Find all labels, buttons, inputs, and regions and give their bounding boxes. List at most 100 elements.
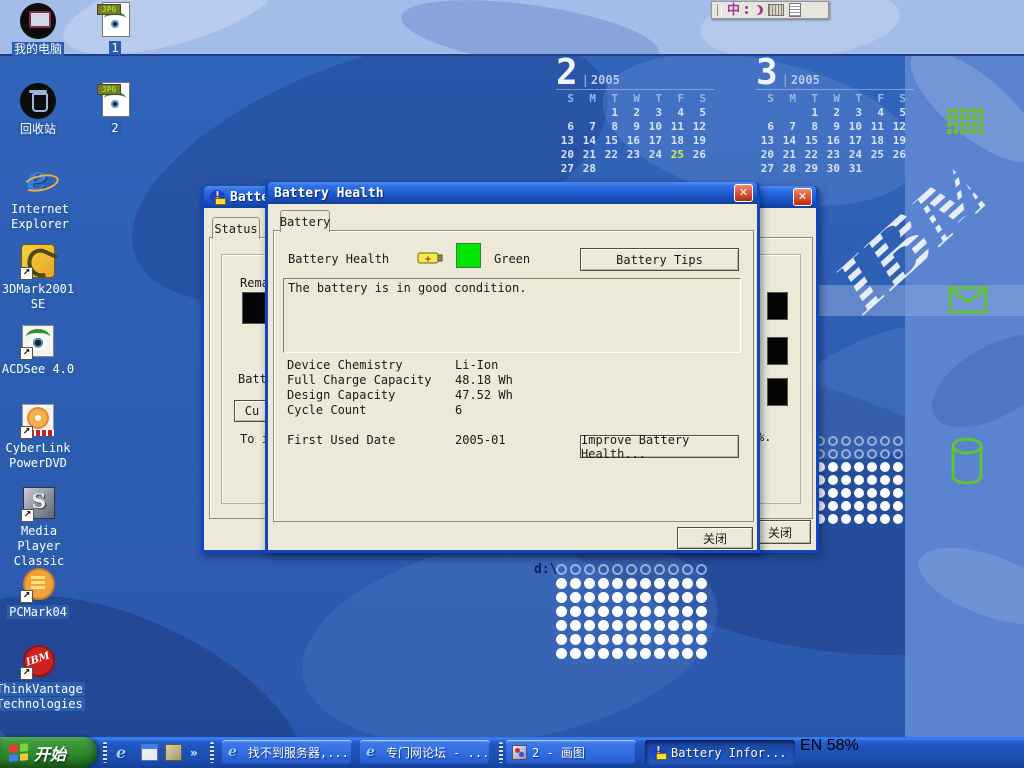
- health-value: Green: [494, 252, 530, 266]
- pcmark04-icon: ↗: [20, 566, 56, 602]
- ie-icon: e: [228, 745, 243, 760]
- battery-icon: +: [417, 249, 444, 266]
- language-indicator[interactable]: EN: [800, 737, 822, 754]
- desktop-icon-acdsee-40[interactable]: ↗ACDSee 4.0: [0, 323, 82, 377]
- calendar-day: 1: [800, 106, 822, 120]
- desktop-icon-label: 我的电脑: [0, 42, 82, 57]
- windows-logo-icon: [9, 743, 28, 762]
- tab-battery[interactable]: Battery: [280, 210, 330, 232]
- calendar-day-header: S: [556, 92, 578, 106]
- desktop-icon-pcmark04[interactable]: ↗PCMark04: [0, 566, 82, 620]
- improve-battery-health-button[interactable]: Improve Battery Health...: [580, 435, 739, 458]
- ime-fullwidth-icon[interactable]: [753, 5, 763, 15]
- desktop-icon-label: Internet Explorer: [0, 202, 84, 232]
- media-player-classic-icon: S↗: [21, 485, 57, 521]
- close-icon[interactable]: ✕: [793, 188, 812, 206]
- desktop-icon-jpg-2[interactable]: JPG2: [71, 82, 159, 136]
- calendar-day: 20: [756, 148, 778, 162]
- drive-label: d:\: [534, 562, 557, 577]
- calendar-day: 21: [778, 148, 800, 162]
- desktop-icon-internet-explorer[interactable]: eInternet Explorer: [0, 163, 84, 232]
- info-row: Design Capacity47.52 Wh: [287, 388, 727, 403]
- taskbar-button-ie[interactable]: e找不到服务器,...: [222, 740, 352, 765]
- taskbar-button-battery[interactable]: Battery Infor...: [645, 740, 795, 765]
- battery-health-dialog[interactable]: Battery Health ✕ Battery Battery Health …: [265, 182, 760, 553]
- calendar-day: 9: [622, 120, 644, 134]
- system-tray: EN 58%: [800, 737, 1024, 768]
- internet-explorer-icon: e: [22, 163, 58, 199]
- condition-textbox[interactable]: The battery is in good condition.: [283, 278, 741, 353]
- quicklaunch-window-icon[interactable]: [141, 744, 158, 761]
- taskbar-button-ie[interactable]: e专门网论坛 - ...: [360, 740, 490, 765]
- calendar-day-header: W: [622, 92, 644, 106]
- calendar-day: 20: [556, 148, 578, 162]
- desktop-icon-label: 3DMark2001 SE: [0, 282, 82, 312]
- calendar-day: [578, 106, 600, 120]
- calendar-day: 18: [666, 134, 688, 148]
- calendar-day: 7: [578, 120, 600, 134]
- desktop-icon-label: 1: [71, 41, 159, 56]
- show-desktop-icon[interactable]: [165, 744, 182, 761]
- close-icon[interactable]: ✕: [734, 184, 753, 202]
- desktop-icon-media-player-classic[interactable]: S↗Media Player Classic: [0, 485, 83, 569]
- calendar-day: 14: [778, 134, 800, 148]
- quicklaunch-ie-icon[interactable]: e: [116, 744, 133, 761]
- battery-cell-gauge: [767, 292, 788, 320]
- calendar-day: 16: [622, 134, 644, 148]
- calendar-month: 2: [556, 59, 578, 87]
- calendar-day-header: T: [600, 92, 622, 106]
- ime-settings-icon[interactable]: [789, 3, 801, 17]
- battery-meter-text: 58%: [827, 737, 859, 754]
- desktop-icon-jpg-1[interactable]: JPG1: [71, 2, 159, 56]
- desktop-icon-my-computer[interactable]: 我的电脑: [0, 3, 82, 57]
- battery-meter[interactable]: 58%: [827, 737, 859, 754]
- calendar-day-header: M: [578, 92, 600, 106]
- calendar-day: 15: [800, 134, 822, 148]
- calendar-day: 31: [844, 162, 866, 176]
- battery-window-icon: [210, 190, 225, 205]
- calendar-day: 23: [622, 148, 644, 162]
- battery-health-titlebar[interactable]: Battery Health ✕: [268, 182, 757, 204]
- desktop-icon-thinkvantage-technologies[interactable]: IBM↗ThinkVantage Technologies: [0, 643, 82, 712]
- ime-grip[interactable]: [717, 4, 722, 16]
- desktop-icon-cyberlink-powerdvd[interactable]: ↗CyberLink PowerDVD: [0, 402, 82, 471]
- calendar-day: 5: [888, 106, 910, 120]
- calendar-day: [644, 162, 666, 176]
- calendar-day: 18: [866, 134, 888, 148]
- quicklaunch-grip[interactable]: [103, 742, 107, 763]
- calendar-day: 8: [800, 120, 822, 134]
- battery-tips-button[interactable]: Battery Tips: [580, 248, 739, 271]
- taskbar-button-label: 2 - 画图: [532, 744, 585, 761]
- ime-chinese-mode-icon[interactable]: 中: [727, 4, 740, 17]
- battery-cell-gauge: [767, 378, 788, 406]
- tab-status[interactable]: Status: [212, 217, 260, 239]
- desktop-icon-recycle-bin[interactable]: 回收站: [0, 83, 82, 137]
- cylinder-icon: [948, 436, 986, 486]
- quicklaunch-chevron[interactable]: »: [190, 746, 198, 760]
- calendar-day: 26: [688, 148, 710, 162]
- info-row-spacer: [287, 418, 727, 433]
- ime-language-bar[interactable]: 中: [711, 1, 829, 19]
- desktop-icon-3dmark2001-se[interactable]: ↗3DMark2001 SE: [0, 243, 82, 312]
- ime-punctuation-icon[interactable]: [745, 6, 748, 14]
- calendar-day-header: S: [888, 92, 910, 106]
- calendar-day: 1: [600, 106, 622, 120]
- info-row: Cycle Count6: [287, 403, 727, 418]
- taskband-grip[interactable]: [210, 742, 214, 763]
- paint-icon: [512, 745, 527, 760]
- calendar-year: 2005: [582, 73, 620, 87]
- close-button[interactable]: 关闭: [677, 527, 753, 549]
- start-button[interactable]: 开始: [0, 737, 97, 768]
- calendar-day: 16: [822, 134, 844, 148]
- taskband-grip[interactable]: [499, 742, 503, 763]
- calendar-day: 9: [822, 120, 844, 134]
- info-row: Device ChemistryLi-Ion: [287, 358, 727, 373]
- taskbar-button-paint[interactable]: 2 - 画图: [506, 740, 636, 765]
- calendar-day: 28: [578, 162, 600, 176]
- calendar-day-header: S: [688, 92, 710, 106]
- calendar-day: 3: [644, 106, 666, 120]
- calendar-day: 3: [844, 106, 866, 120]
- calendar-day: 4: [666, 106, 688, 120]
- battery-health-title: Battery Health: [274, 186, 734, 201]
- ime-keyboard-icon[interactable]: [768, 4, 784, 16]
